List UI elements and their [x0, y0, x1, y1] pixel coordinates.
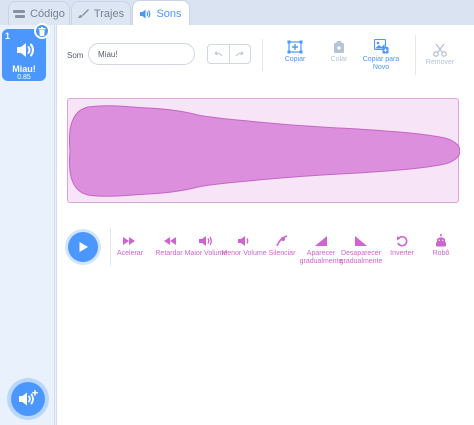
speaker-icon: [17, 43, 34, 57]
robot-icon: [436, 234, 446, 247]
delete-button[interactable]: Remover: [422, 41, 458, 67]
tab-sounds[interactable]: Sons: [132, 0, 190, 26]
add-sound-button[interactable]: [11, 382, 45, 416]
toolbar-divider: [262, 39, 263, 71]
copy-to-new-button[interactable]: Copiar para Novo: [361, 38, 401, 72]
toolbar-divider: [415, 35, 416, 75]
play-button[interactable]: [68, 232, 98, 262]
undo-button[interactable]: [208, 45, 229, 63]
sound-number: 1: [5, 31, 11, 41]
mute-icon: [276, 234, 288, 246]
copy-icon: [287, 40, 303, 54]
undo-redo-group: [207, 44, 251, 64]
redo-icon: [235, 51, 244, 57]
sound-editor: Som Copiar: [56, 25, 474, 425]
effect-fade-out-button[interactable]: Desaparecer gradualmente: [338, 233, 384, 266]
louder-icon: [199, 235, 212, 246]
paste-label: Colar: [330, 56, 348, 63]
delete-label: Remover: [425, 59, 455, 66]
tab-sounds-label: Sons: [156, 7, 182, 20]
sound-tile[interactable]: 1 Miau! 0.85: [2, 23, 50, 81]
waveform-area[interactable]: [67, 98, 460, 203]
waveform: [69, 105, 460, 197]
scissors-icon: [433, 43, 447, 57]
reverse-icon: [397, 235, 408, 247]
brush-icon: [77, 9, 89, 18]
sound-name-label: Som: [67, 51, 84, 60]
delete-sound-button[interactable]: [34, 23, 50, 39]
faster-icon: [123, 236, 135, 245]
add-sound-icon: [19, 390, 38, 406]
effect-label: Robô: [432, 250, 450, 257]
copy-to-new-label: Copiar para Novo: [362, 56, 400, 71]
sound-list: 1 Miau! 0.85: [0, 23, 55, 425]
softer-icon: [238, 235, 249, 246]
tab-code-label: Código: [30, 7, 65, 20]
fade-in-icon: [315, 235, 327, 246]
tab-bar: Código Trajes Sons: [0, 0, 474, 26]
fade-out-icon: [355, 235, 367, 246]
copy-label: Copiar: [284, 56, 306, 63]
speaker-icon: [140, 9, 151, 18]
play-icon: [79, 242, 88, 252]
slower-icon: [164, 236, 176, 245]
paste-icon: [334, 41, 344, 53]
tab-costumes-label: Trajes: [93, 7, 125, 20]
sound-name: Miau!: [12, 64, 36, 74]
sound-duration: 0.85: [17, 74, 31, 81]
copy-button[interactable]: Copiar: [277, 38, 313, 64]
paste-button[interactable]: Colar: [321, 38, 357, 64]
trash-icon: [38, 26, 46, 36]
redo-button[interactable]: [228, 45, 251, 63]
copy-to-new-icon: [373, 39, 388, 54]
effect-robot-button[interactable]: Robô: [418, 233, 464, 258]
effect-label: Desaparecer gradualmente: [339, 250, 383, 265]
code-icon: [13, 9, 26, 18]
tab-code[interactable]: Código: [8, 1, 70, 25]
sound-name-input[interactable]: [88, 43, 195, 65]
undo-icon: [214, 51, 223, 57]
tab-costumes[interactable]: Trajes: [71, 1, 131, 25]
